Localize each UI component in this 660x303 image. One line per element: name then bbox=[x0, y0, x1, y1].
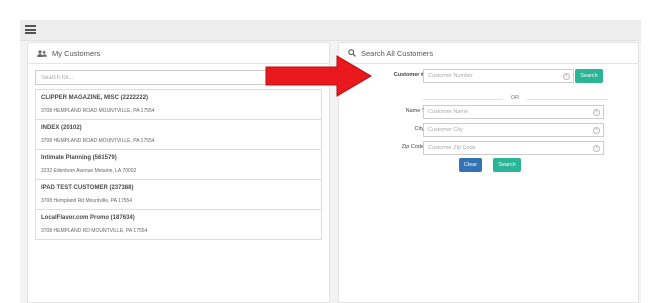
customer-name: Intimate Planning (561579) bbox=[41, 155, 117, 161]
search-all-customers-panel: Search All Customers Customer # × Search… bbox=[338, 42, 639, 303]
or-text: OR bbox=[510, 95, 520, 101]
customer-name: CLIPPER MAGAZINE, MISC (2222222) bbox=[41, 95, 149, 101]
customer-zip-input[interactable] bbox=[428, 145, 603, 151]
divider-line bbox=[527, 99, 608, 100]
customer-list-item[interactable]: LocalFlavor.com Promo (187634) 3708 HEMPL… bbox=[36, 209, 321, 239]
customer-list: CLIPPER MAGAZINE, MISC (2222222) 3708 HEM… bbox=[35, 89, 322, 240]
search-all-customers-title: Search All Customers bbox=[361, 48, 434, 58]
customer-name: LocalFlavor.com Promo (187634) bbox=[41, 215, 135, 221]
clear-icon[interactable]: × bbox=[593, 145, 600, 152]
users-icon bbox=[37, 49, 47, 57]
customer-list-item[interactable]: INDEX (20102) 3708 HEMPLAND ROAD MOUNTVIL… bbox=[36, 119, 321, 149]
name-label: Name * bbox=[405, 108, 424, 114]
top-toolbar bbox=[20, 20, 641, 41]
customer-number-row: Customer # × Search bbox=[339, 69, 640, 83]
customer-name-field[interactable]: × bbox=[423, 105, 604, 119]
customer-name: INDEX (20102) bbox=[41, 125, 82, 131]
search-icon bbox=[348, 49, 356, 57]
clear-icon[interactable]: × bbox=[593, 127, 600, 134]
customer-number-label: Customer # bbox=[393, 72, 424, 78]
clear-button[interactable]: Clear bbox=[459, 158, 482, 172]
customer-address: 3708 Hempland Rd Mountville, PA 17554 bbox=[41, 198, 133, 204]
customer-list-item[interactable]: IPAD TEST CUSTOMER (237388) 3708 Hempland… bbox=[36, 179, 321, 209]
divider-line bbox=[423, 99, 503, 100]
city-row: City × bbox=[339, 123, 640, 137]
customer-address: 3708 HEMPLAND ROAD MOUNTVILLE, PA 17554 bbox=[41, 108, 155, 114]
hamburger-icon[interactable] bbox=[25, 25, 36, 34]
customer-name-input[interactable] bbox=[428, 109, 603, 115]
my-customers-title: My Customers bbox=[52, 48, 101, 58]
customer-city-input[interactable] bbox=[428, 127, 603, 133]
clear-icon[interactable]: × bbox=[563, 73, 570, 80]
clear-icon[interactable]: × bbox=[593, 109, 600, 116]
customer-address: 3708 HEMPLAND ROAD MOUNTVILLE, PA 17554 bbox=[41, 138, 155, 144]
zip-row: Zip Code × bbox=[339, 141, 640, 155]
zip-label: Zip Code bbox=[401, 144, 424, 150]
customer-number-field[interactable]: × bbox=[423, 69, 574, 83]
search-by-number-button[interactable]: Search bbox=[575, 69, 603, 83]
customer-number-input[interactable] bbox=[428, 73, 573, 79]
customer-list-item[interactable]: Intimate Planning (561579) 3232 Edenborn … bbox=[36, 149, 321, 179]
customer-filter-input[interactable] bbox=[41, 74, 324, 81]
my-customers-header: My Customers bbox=[28, 43, 329, 64]
search-button[interactable]: Search bbox=[493, 158, 521, 172]
search-all-customers-header: Search All Customers bbox=[339, 43, 638, 64]
name-row: Name * × bbox=[339, 105, 640, 119]
customer-filter-input-wrapper[interactable] bbox=[35, 70, 325, 85]
customer-address: 3232 Edenborn Avenue Metairie, LA 70002 bbox=[41, 168, 137, 174]
my-customers-panel: My Customers CLIPPER MAGAZINE, MISC (222… bbox=[27, 42, 330, 303]
customer-list-item[interactable]: CLIPPER MAGAZINE, MISC (2222222) 3708 HEM… bbox=[36, 89, 321, 119]
customer-name: IPAD TEST CUSTOMER (237388) bbox=[41, 185, 134, 191]
customer-city-field[interactable]: × bbox=[423, 123, 604, 137]
or-divider: OR bbox=[423, 95, 608, 103]
customer-zip-field[interactable]: × bbox=[423, 141, 604, 155]
customer-address: 3708 HEMPLAND RD MOUNTVILLE, PA 17554 bbox=[41, 228, 148, 234]
